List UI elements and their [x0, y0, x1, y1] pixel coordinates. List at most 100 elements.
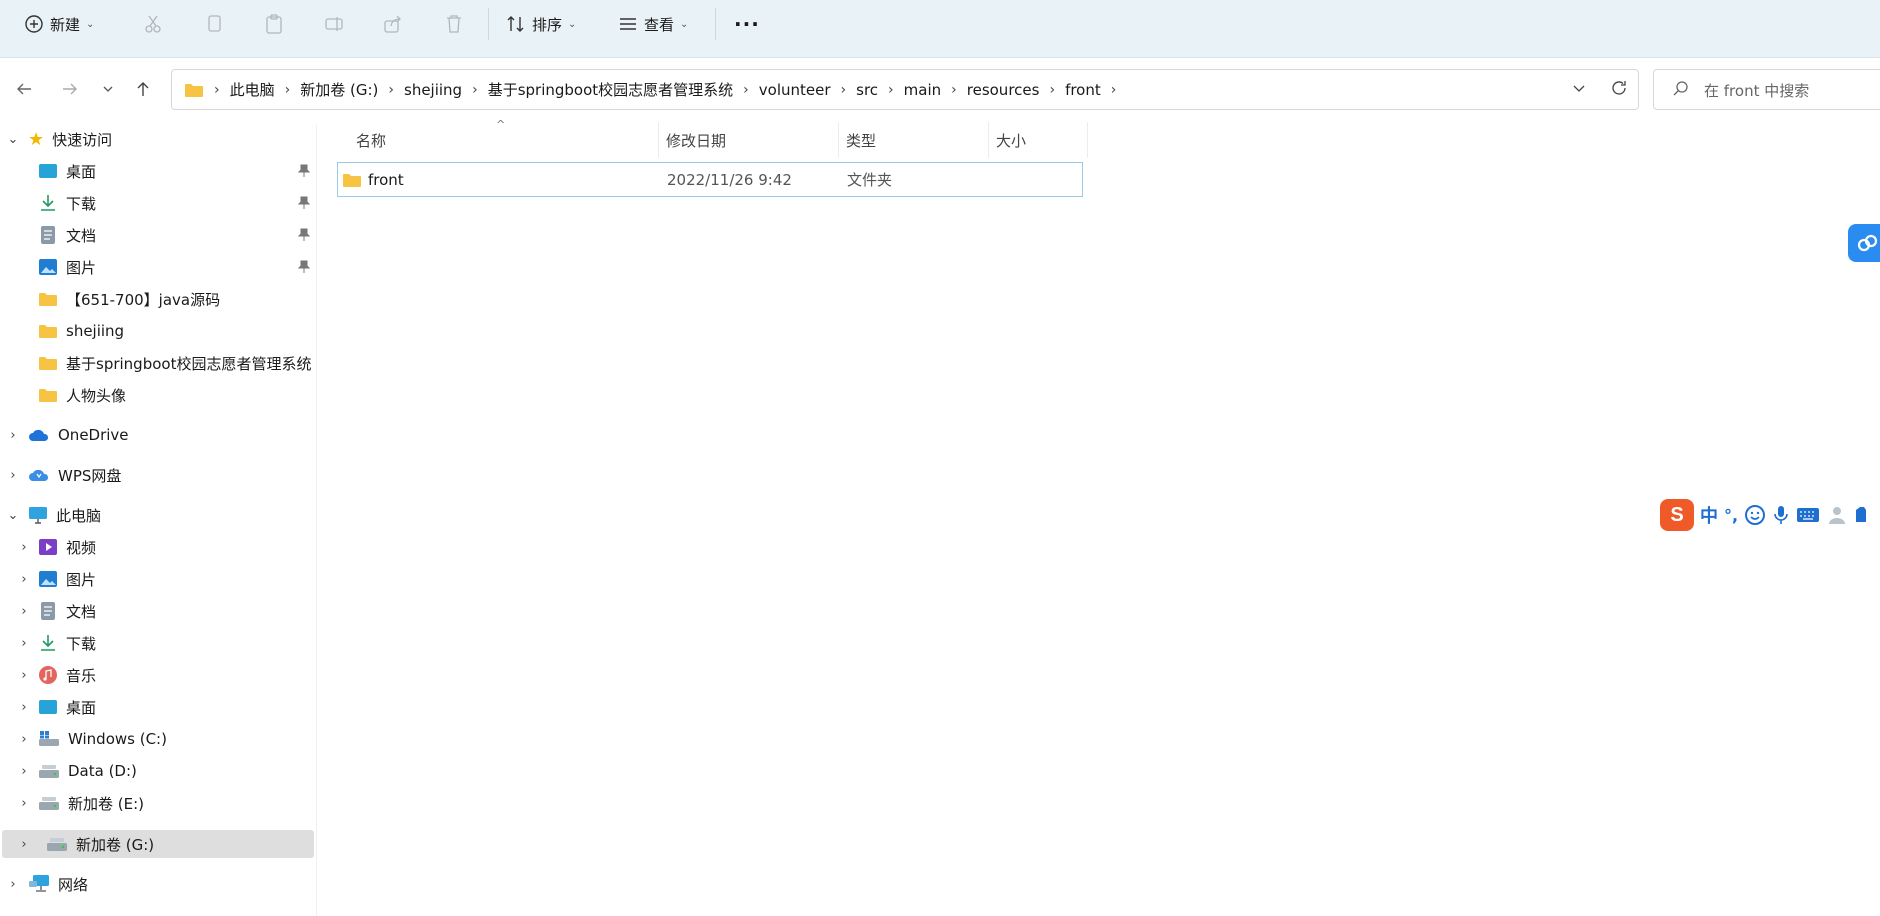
expand-chevron-icon[interactable]: › [17, 830, 31, 858]
sidebar-item-pc-downloads[interactable]: 下载 [38, 629, 96, 657]
column-divider[interactable] [658, 122, 659, 158]
network-icon [29, 875, 49, 892]
breadcrumb-this-pc[interactable]: 此电脑 [224, 79, 281, 100]
sidebar-item-drive-g[interactable]: 新加卷 (G:) [2, 830, 314, 858]
folder-icon [39, 293, 57, 306]
clipboard-icon [266, 14, 282, 34]
expand-chevron-icon[interactable]: › [17, 693, 31, 721]
column-divider[interactable] [838, 122, 839, 158]
table-row[interactable]: front 2022/11/26 9:42 文件夹 [337, 162, 1083, 197]
forward-button[interactable] [59, 78, 81, 100]
expand-chevron-icon[interactable]: ⌄ [6, 501, 20, 529]
share-button[interactable] [382, 12, 404, 36]
share-icon [384, 15, 401, 33]
rename-button[interactable] [323, 12, 345, 36]
breadcrumb-src[interactable]: src [850, 81, 884, 99]
skin-icon[interactable] [1854, 504, 1868, 526]
breadcrumb-separator: › [840, 81, 847, 98]
sidebar-item-this-pc[interactable]: 此电脑 [28, 501, 101, 529]
keyboard-icon[interactable] [1796, 506, 1820, 524]
emoji-icon[interactable] [1744, 504, 1766, 526]
search-box[interactable]: 在 front 中搜索 [1653, 69, 1880, 110]
delete-button[interactable] [443, 12, 465, 36]
sidebar-item-wps[interactable]: WPS网盘 [28, 461, 121, 489]
expand-chevron-icon[interactable]: ⌄ [6, 125, 20, 153]
view-button[interactable]: 查看 ⌄ [618, 12, 688, 36]
sidebar-item-pc-desktop[interactable]: 桌面 [38, 693, 96, 721]
folder-icon [39, 325, 57, 338]
expand-chevron-icon[interactable]: › [17, 565, 31, 593]
breadcrumb-drive-g[interactable]: 新加卷 (G:) [294, 79, 384, 100]
new-button[interactable]: 新建 ⌄ [24, 12, 94, 36]
column-header-name[interactable]: 名称 [356, 122, 386, 158]
expand-chevron-icon[interactable]: › [17, 725, 31, 753]
back-button[interactable] [13, 78, 35, 100]
breadcrumb-shejiing[interactable]: shejiing [398, 81, 468, 99]
sort-button[interactable]: 排序 ⌄ [506, 12, 576, 36]
sidebar-item-avatars[interactable]: 人物头像 [38, 381, 126, 409]
document-icon [41, 226, 55, 244]
breadcrumb-front[interactable]: front [1059, 81, 1107, 99]
sidebar-item-drive-c[interactable]: Windows (C:) [38, 725, 167, 753]
sidebar-item-documents[interactable]: 文档 [38, 221, 96, 249]
netdisk-widget[interactable] [1848, 224, 1880, 262]
recent-locations-button[interactable] [97, 78, 119, 100]
column-divider[interactable] [988, 122, 989, 158]
column-divider[interactable] [1087, 122, 1088, 158]
sidebar-item-music[interactable]: 音乐 [38, 661, 96, 689]
expand-chevron-icon[interactable]: › [6, 421, 20, 449]
ime-language[interactable]: 中 [1700, 502, 1718, 528]
sidebar-item-desktop[interactable]: 桌面 [38, 157, 96, 185]
column-header-size[interactable]: 大小 [996, 122, 1026, 158]
sidebar-item-network[interactable]: 网络 [28, 870, 88, 898]
sidebar-item-label: 网络 [58, 875, 89, 894]
refresh-button[interactable] [1610, 79, 1628, 101]
expand-chevron-icon[interactable]: › [17, 533, 31, 561]
breadcrumb-main[interactable]: main [898, 81, 947, 99]
desktop-icon [39, 700, 57, 714]
sidebar-item-videos[interactable]: 视频 [38, 533, 96, 561]
breadcrumb: › 此电脑 › 新加卷 (G:) › shejiing › 基于springbo… [184, 70, 1120, 109]
address-bar[interactable]: › 此电脑 › 新加卷 (G:) › shejiing › 基于springbo… [171, 69, 1639, 110]
expand-chevron-icon[interactable]: › [17, 629, 31, 657]
sidebar-item-pictures[interactable]: 图片 [38, 253, 96, 281]
cut-button[interactable] [142, 12, 164, 36]
more-options-button[interactable]: ··· [734, 12, 760, 36]
up-button[interactable] [132, 78, 154, 100]
sidebar-item-project[interactable]: 基于springboot校园志愿者管理系统 [38, 349, 311, 377]
sidebar-item-drive-d[interactable]: Data (D:) [38, 757, 137, 785]
expand-chevron-icon[interactable]: › [17, 661, 31, 689]
expand-chevron-icon[interactable]: › [17, 757, 31, 785]
sogou-logo-icon[interactable]: S [1660, 499, 1694, 531]
sidebar-item-onedrive[interactable]: OneDrive [28, 421, 129, 449]
expand-chevron-icon[interactable]: › [17, 597, 31, 625]
sidebar-item-pc-documents[interactable]: 文档 [38, 597, 96, 625]
desktop-icon [39, 164, 57, 178]
microphone-icon[interactable] [1772, 504, 1790, 526]
sidebar-item-java-source[interactable]: 【651-700】java源码 [38, 285, 220, 313]
expand-chevron-icon[interactable]: › [6, 461, 20, 489]
new-button-label: 新建 [50, 15, 81, 34]
expand-chevron-icon[interactable]: › [17, 789, 31, 817]
sidebar-item-quick-access[interactable]: ★ 快速访问 [28, 125, 112, 153]
breadcrumb-separator: › [951, 81, 957, 98]
expand-chevron-icon[interactable]: › [6, 870, 20, 898]
sidebar-item-pc-pictures[interactable]: 图片 [38, 565, 96, 593]
sidebar-item-downloads[interactable]: 下载 [38, 189, 96, 217]
ime-punctuation[interactable]: °, [1724, 506, 1738, 525]
pin-icon [296, 189, 312, 217]
breadcrumb-separator[interactable]: › [1107, 82, 1121, 98]
column-header-type[interactable]: 类型 [846, 122, 876, 158]
breadcrumb-volunteer[interactable]: volunteer [753, 81, 837, 99]
breadcrumb-resources[interactable]: resources [961, 81, 1046, 99]
sidebar-item-shejiing[interactable]: shejiing [38, 317, 124, 345]
user-icon[interactable] [1826, 504, 1848, 526]
address-history-button[interactable] [1572, 81, 1586, 99]
paste-button[interactable] [263, 12, 285, 36]
copy-button[interactable] [203, 12, 225, 36]
column-header-modified[interactable]: 修改日期 [666, 122, 726, 158]
sidebar-item-drive-e[interactable]: 新加卷 (E:) [38, 789, 144, 817]
search-input[interactable]: 在 front 中搜索 [1704, 80, 1809, 101]
command-bar: 新建 ⌄ 排序 ⌄ 查看 ⌄ ··· [0, 0, 1880, 58]
breadcrumb-project[interactable]: 基于springboot校园志愿者管理系统 [482, 79, 739, 100]
